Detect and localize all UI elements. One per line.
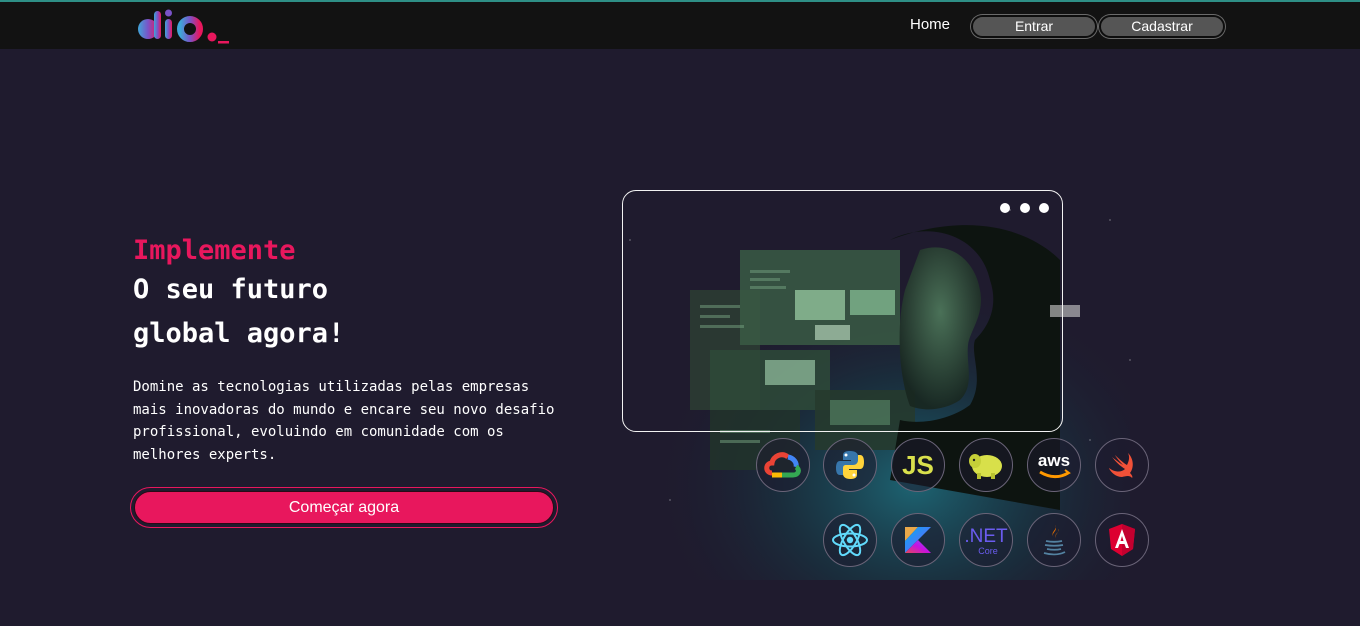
dotnet-core-icon: .NET Core: [959, 513, 1013, 567]
start-now-button[interactable]: Começar agora: [134, 491, 554, 524]
svg-text:aws: aws: [1038, 451, 1070, 470]
kotlin-icon: [891, 513, 945, 567]
cta-button-outline: Começar agora: [130, 487, 558, 528]
svg-text:Core: Core: [978, 546, 998, 556]
window-dot-icon: [1039, 203, 1049, 213]
angular-icon: [1095, 513, 1149, 567]
hadoop-icon: [959, 438, 1013, 492]
hero-title-line-1: O seu futuro: [133, 274, 329, 305]
swift-icon: [1095, 438, 1149, 492]
java-icon: [1027, 513, 1081, 567]
google-cloud-icon: [756, 438, 810, 492]
react-icon: [823, 513, 877, 567]
window-dot-icon: [1000, 203, 1010, 213]
signup-button[interactable]: Cadastrar: [1099, 15, 1225, 38]
window-dot-icon: [1020, 203, 1030, 213]
hero-title-line-2: global agora!: [133, 318, 345, 349]
top-navbar: Home Entrar Cadastrar: [0, 2, 1360, 49]
hero-text-block: Implemente O seu futuro global agora! Do…: [133, 234, 573, 466]
svg-text:.NET: .NET: [964, 526, 1008, 547]
javascript-icon: JS: [891, 438, 945, 492]
hero-accent-heading: Implemente: [133, 235, 296, 266]
python-icon: [823, 438, 877, 492]
dio-logo[interactable]: [136, 8, 236, 44]
nav-home-link[interactable]: Home: [910, 16, 950, 33]
aws-icon: aws: [1027, 438, 1081, 492]
enter-button[interactable]: Entrar: [971, 15, 1097, 38]
code-window-frame: [622, 190, 1063, 432]
hero-description: Domine as tecnologias utilizadas pelas e…: [133, 379, 555, 463]
